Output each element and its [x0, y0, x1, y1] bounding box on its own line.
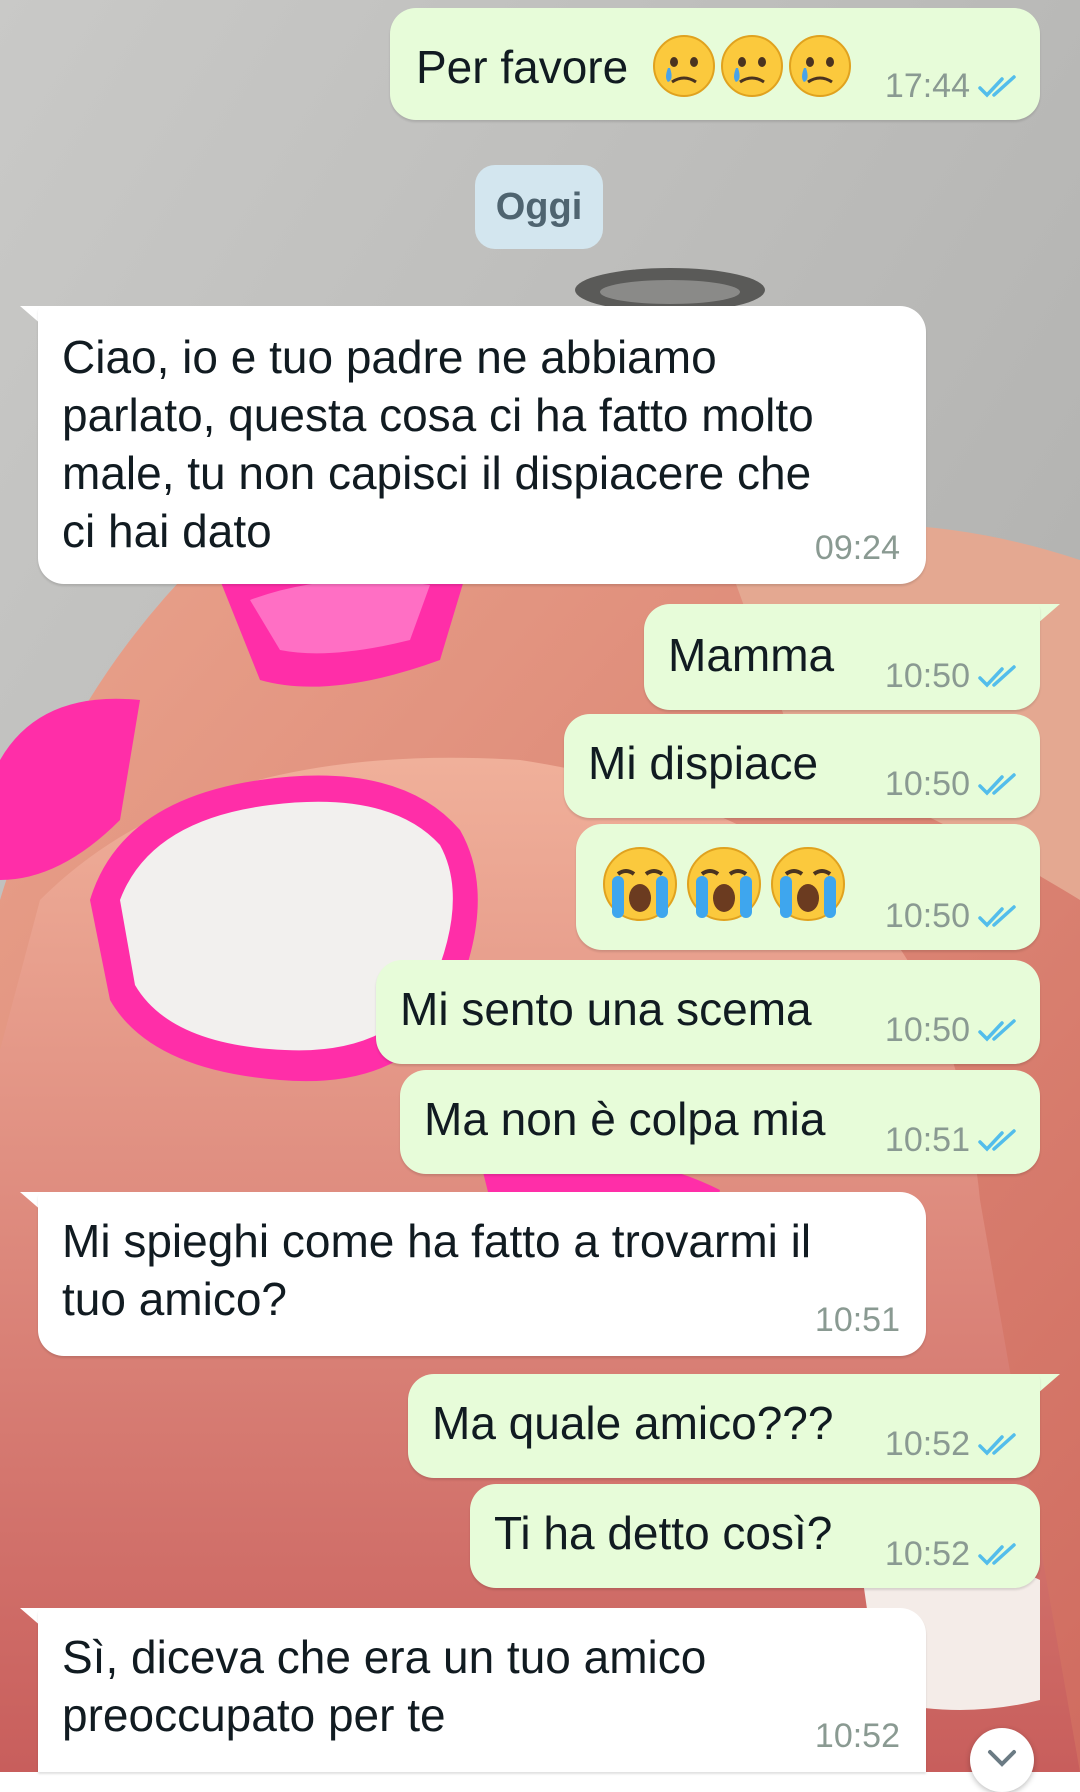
message-text: Ti ha detto così?	[494, 1507, 833, 1559]
message-time: 10:50	[884, 1011, 970, 1049]
message-time: 10:50	[884, 657, 970, 695]
message-time: 09:24	[814, 529, 900, 567]
message-text: Mamma	[668, 629, 835, 681]
message-text: Ciao, io e tuo padre ne abbiamo parlato,…	[62, 331, 814, 557]
message-meta: 10:52	[815, 1717, 900, 1756]
message-meta: 10:52	[885, 1425, 1020, 1464]
message-bubble-outgoing[interactable]: Per favore 17:44	[390, 8, 1040, 120]
loudly-crying-face-icon	[687, 847, 761, 921]
scroll-down-button[interactable]	[970, 1728, 1034, 1792]
message-text: Sì, diceva che era un tuo amico preoccup…	[62, 1631, 707, 1741]
message-time: 10:50	[884, 897, 970, 935]
message-meta: 09:24	[815, 529, 900, 568]
message-time: 10:52	[884, 1535, 970, 1573]
message-text: Mi spieghi come ha fatto a trovarmi il t…	[62, 1215, 812, 1325]
message-meta: 10:50	[885, 897, 1020, 936]
message-text: Ma non è colpa mia	[424, 1093, 826, 1145]
message-time: 10:51	[814, 1301, 900, 1339]
message-bubble-outgoing[interactable]: Mi sento una scema 10:50	[376, 960, 1040, 1064]
message-text: Ma quale amico???	[432, 1397, 834, 1449]
message-meta: 10:50	[885, 765, 1020, 804]
message-bubble-outgoing[interactable]: Mamma 10:50	[644, 604, 1040, 710]
double-check-icon	[978, 74, 1016, 98]
message-meta: 10:51	[885, 1121, 1020, 1160]
message-bubble-outgoing[interactable]: Ma non è colpa mia 10:51	[400, 1070, 1040, 1174]
crying-face-icon	[653, 35, 715, 97]
crying-face-icon	[721, 35, 783, 97]
date-separator: Oggi	[475, 165, 603, 249]
message-time: 10:52	[814, 1717, 900, 1755]
message-meta: 10:52	[885, 1535, 1020, 1574]
message-bubble-incoming[interactable]: Mi spieghi come ha fatto a trovarmi il t…	[38, 1192, 926, 1356]
double-check-icon	[978, 1542, 1016, 1566]
loudly-crying-face-icon	[603, 847, 677, 921]
message-meta: 10:51	[815, 1301, 900, 1340]
message-time: 10:52	[884, 1425, 970, 1463]
double-check-icon	[978, 1018, 1016, 1042]
message-meta: 10:50	[885, 657, 1020, 696]
crying-face-icon	[789, 35, 851, 97]
message-text: Per favore	[416, 41, 629, 93]
chevron-down-icon	[988, 1750, 1016, 1767]
double-check-icon	[978, 664, 1016, 688]
message-meta: 17:44	[885, 67, 1020, 106]
message-bubble-outgoing[interactable]: Ti ha detto così? 10:52	[470, 1484, 1040, 1588]
message-meta: 10:50	[885, 1011, 1020, 1050]
message-bubble-outgoing[interactable]: Mi dispiace 10:50	[564, 714, 1040, 818]
double-check-icon	[978, 772, 1016, 796]
message-time: 10:51	[884, 1121, 970, 1159]
message-text: Mi dispiace	[588, 737, 819, 789]
message-time: 10:50	[884, 765, 970, 803]
message-bubble-outgoing[interactable]: 10:50	[576, 824, 1040, 950]
double-check-icon	[978, 1432, 1016, 1456]
message-time: 17:44	[884, 67, 970, 105]
double-check-icon	[978, 1128, 1016, 1152]
message-text: Mi sento una scema	[400, 983, 812, 1035]
message-bubble-incoming[interactable]: Ciao, io e tuo padre ne abbiamo parlato,…	[38, 306, 926, 584]
message-bubble-incoming[interactable]: Sì, diceva che era un tuo amico preoccup…	[38, 1608, 926, 1772]
message-bubble-outgoing[interactable]: Ma quale amico??? 10:52	[408, 1374, 1040, 1478]
loudly-crying-face-icon	[771, 847, 845, 921]
double-check-icon	[978, 904, 1016, 928]
